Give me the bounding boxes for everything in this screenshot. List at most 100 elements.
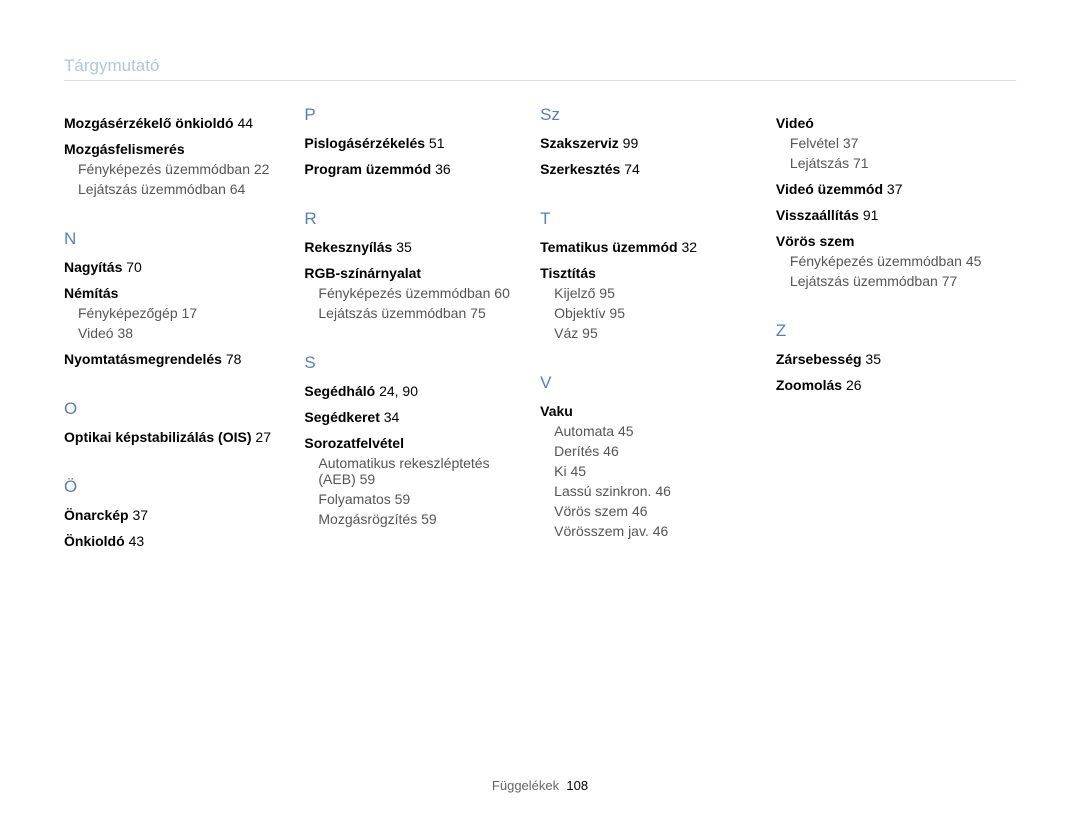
index-entry-label: Mozgásérzékelő önkioldó	[64, 115, 234, 131]
index-entry[interactable]: Zársebesség 35	[776, 351, 1016, 367]
index-subentry[interactable]: Kijelző 95	[554, 285, 748, 301]
index-column: Videó Felvétel 37 Lejátszás 71 Videó üzemmó…	[776, 105, 1016, 549]
index-letter: O	[64, 399, 276, 419]
index-entry-label: Vörös szem	[776, 233, 855, 249]
index-entry[interactable]: Mozgásérzékelő önkioldó 44	[64, 115, 276, 131]
index-entry[interactable]: Némítás	[64, 285, 276, 301]
index-entry[interactable]: Nyomtatásmegrendelés 78	[64, 351, 276, 367]
index-entry-label: Optikai képstabilizálás (OIS)	[64, 429, 252, 445]
index-subentry[interactable]: Automatikus rekeszléptetés (AEB) 59	[318, 455, 512, 487]
index-entry[interactable]: Nagyítás 70	[64, 259, 276, 275]
index-subentry[interactable]: Fényképezés üzemmódban 60	[318, 285, 512, 301]
index-columns: Mozgásérzékelő önkioldó 44 Mozgásfelismer…	[64, 105, 1016, 549]
index-subentry[interactable]: Lejátszás üzemmódban 77	[790, 273, 1016, 289]
index-entry[interactable]: Visszaállítás 91	[776, 207, 1016, 223]
index-subentry-label: Mozgásrögzítés	[318, 511, 417, 527]
index-subentry-label: Videó	[78, 325, 114, 341]
index-entry[interactable]: Vörös szem	[776, 233, 1016, 249]
index-entry[interactable]: Szerkesztés 74	[540, 161, 748, 177]
index-entry-label: Videó	[776, 115, 814, 131]
index-entry[interactable]: Sorozatfelvétel	[304, 435, 512, 451]
index-subentry[interactable]: Objektív 95	[554, 305, 748, 321]
index-entry[interactable]: Mozgásfelismerés	[64, 141, 276, 157]
index-entry-page: 37	[887, 181, 903, 197]
index-subentry-page: 45	[571, 463, 587, 479]
index-subentry-label: Lejátszás üzemmódban	[78, 181, 226, 197]
index-entry-label: Videó üzemmód	[776, 181, 883, 197]
index-entry-label: Tematikus üzemmód	[540, 239, 677, 255]
index-subentry-label: Vörösszem jav.	[554, 523, 649, 539]
index-entry-page: 74	[624, 161, 640, 177]
index-subentry[interactable]: Derítés 46	[554, 443, 748, 459]
index-letter: P	[304, 105, 512, 125]
index-entry-label: Némítás	[64, 285, 118, 301]
index-entry-label: Program üzemmód	[304, 161, 431, 177]
index-entry[interactable]: Tisztítás	[540, 265, 748, 281]
index-subentry-label: Váz	[554, 325, 578, 341]
index-entry-page: 35	[396, 239, 412, 255]
index-subentry[interactable]: Videó 38	[78, 325, 276, 341]
index-subentry-label: Fényképezés üzemmódban	[318, 285, 490, 301]
index-subentry[interactable]: Ki 45	[554, 463, 748, 479]
index-subentry-page: 59	[421, 511, 437, 527]
index-entry[interactable]: Önarckép 37	[64, 507, 276, 523]
index-entry[interactable]: Szakszerviz 99	[540, 135, 748, 151]
index-subentry-label: Ki	[554, 463, 566, 479]
index-subentry-page: 46	[655, 483, 671, 499]
index-entry[interactable]: Optikai képstabilizálás (OIS) 27	[64, 429, 276, 445]
index-entry-label: Önarckép	[64, 507, 129, 523]
index-entry-label: Tisztítás	[540, 265, 596, 281]
index-subentry[interactable]: Fényképezőgép 17	[78, 305, 276, 321]
index-entry-page: 36	[435, 161, 451, 177]
index-subentry[interactable]: Váz 95	[554, 325, 748, 341]
index-entry[interactable]: Pislogásérzékelés 51	[304, 135, 512, 151]
index-subentry-page: 37	[843, 135, 859, 151]
index-subentry[interactable]: Mozgásrögzítés 59	[318, 511, 512, 527]
index-entry[interactable]: RGB-színárnyalat	[304, 265, 512, 281]
index-subentry-page: 46	[653, 523, 669, 539]
index-subentry[interactable]: Folyamatos 59	[318, 491, 512, 507]
index-entry-page: 35	[865, 351, 881, 367]
index-entry-label: Sorozatfelvétel	[304, 435, 404, 451]
index-subentry[interactable]: Automata 45	[554, 423, 748, 439]
index-subentry-label: Automata	[554, 423, 614, 439]
index-entry[interactable]: Önkioldó 43	[64, 533, 276, 549]
index-subentry-page: 64	[230, 181, 246, 197]
index-letter: N	[64, 229, 276, 249]
index-subentry[interactable]: Fényképezés üzemmódban 45	[790, 253, 1016, 269]
index-subentry[interactable]: Lassú szinkron. 46	[554, 483, 748, 499]
index-entry-page: 37	[132, 507, 148, 523]
index-subentry[interactable]: Lejátszás 71	[790, 155, 1016, 171]
index-entry[interactable]: Segédháló 24, 90	[304, 383, 512, 399]
index-subentry-label: Lejátszás üzemmódban	[790, 273, 938, 289]
index-subentry[interactable]: Felvétel 37	[790, 135, 1016, 151]
index-entry[interactable]: Videó üzemmód 37	[776, 181, 1016, 197]
index-entry-page: 43	[129, 533, 145, 549]
index-subentry-page: 17	[182, 305, 198, 321]
index-subentry-page: 60	[494, 285, 510, 301]
index-entry[interactable]: Videó	[776, 115, 1016, 131]
index-subentry-page: 95	[599, 285, 615, 301]
index-entry[interactable]: Segédkeret 34	[304, 409, 512, 425]
index-subentry-page: 46	[632, 503, 648, 519]
index-subentry-label: Objektív	[554, 305, 605, 321]
index-subentry[interactable]: Vörös szem 46	[554, 503, 748, 519]
index-subentry-page: 95	[609, 305, 625, 321]
index-entry[interactable]: Program üzemmód 36	[304, 161, 512, 177]
index-entry-label: Zársebesség	[776, 351, 862, 367]
index-subentry-label: Felvétel	[790, 135, 839, 151]
index-entry[interactable]: Rekesznyílás 35	[304, 239, 512, 255]
index-entry-label: Zoomolás	[776, 377, 842, 393]
index-letter: Ö	[64, 477, 276, 497]
index-entry-page: 99	[623, 135, 639, 151]
index-subentry[interactable]: Vörösszem jav. 46	[554, 523, 748, 539]
index-subentry[interactable]: Lejátszás üzemmódban 75	[318, 305, 512, 321]
index-entry[interactable]: Vaku	[540, 403, 748, 419]
index-entry-page: 91	[863, 207, 879, 223]
index-entry[interactable]: Tematikus üzemmód 32	[540, 239, 748, 255]
index-subentry[interactable]: Lejátszás üzemmódban 64	[78, 181, 276, 197]
index-entry[interactable]: Zoomolás 26	[776, 377, 1016, 393]
index-column: P Pislogásérzékelés 51 Program üzemmód 36 R…	[304, 105, 512, 549]
index-entry-label: RGB-színárnyalat	[304, 265, 421, 281]
index-subentry[interactable]: Fényképezés üzemmódban 22	[78, 161, 276, 177]
